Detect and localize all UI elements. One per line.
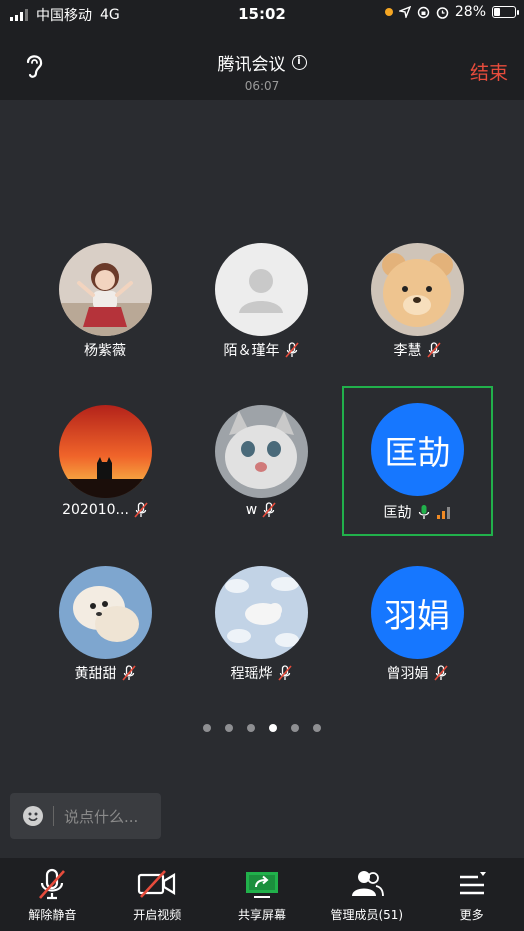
start-video-label: 开启视频 [133, 908, 182, 922]
manage-members-label: 管理成员(51) [330, 908, 404, 922]
members-icon [351, 871, 384, 897]
participant-name: 杨紫薇 [84, 343, 126, 359]
mic-muted-icon [39, 868, 66, 900]
share-screen-button[interactable]: 共享屏幕 [210, 858, 315, 931]
mic-muted-icon [121, 665, 136, 681]
participant-name: 曾羽娟 [386, 666, 429, 682]
more-button[interactable]: 更多 [419, 858, 524, 931]
bottom-toolbar: 解除静音 开启视频 共享屏幕 管理成员(51) 更多 [0, 858, 524, 931]
share-screen-icon [245, 872, 278, 898]
page-dot[interactable] [313, 724, 321, 732]
more-label: 更多 [459, 908, 484, 922]
battery-icon [492, 6, 519, 18]
lock-rotation-icon [417, 6, 430, 18]
battery-percent: 28% [454, 4, 486, 20]
avatar [58, 566, 152, 659]
avatar [58, 243, 152, 336]
meeting-title[interactable]: 腾讯会议 i [218, 50, 307, 75]
participant-tile[interactable]: 陌＆瑾年 [186, 230, 336, 380]
alarm-icon [436, 6, 449, 19]
participant-tile[interactable]: 杨紫薇 [30, 230, 180, 380]
page-dot[interactable] [269, 724, 277, 732]
location-icon [398, 6, 411, 18]
mic-muted-icon [433, 665, 448, 681]
start-video-button[interactable]: 开启视频 [105, 858, 210, 931]
mic-muted-icon [277, 665, 292, 681]
participant-tile[interactable]: w [186, 392, 336, 542]
active-speaker-tile[interactable]: 匡劼 匡劼 [342, 386, 493, 536]
emoji-icon[interactable] [23, 806, 43, 826]
mic-muted-icon [262, 502, 276, 518]
participant-tile[interactable]: 李慧 [342, 230, 492, 380]
recording-dot-icon [384, 8, 393, 16]
avatar [214, 405, 308, 498]
unmute-button[interactable]: 解除静音 [0, 858, 105, 931]
more-menu-icon [459, 872, 486, 895]
mic-muted-icon [426, 342, 441, 358]
participant-name: 202010... [62, 502, 129, 518]
meeting-duration: 06:07 [244, 79, 280, 93]
avatar [214, 243, 308, 336]
page-dot[interactable] [225, 724, 233, 732]
chat-placeholder: 说点什么... [64, 807, 139, 826]
end-meeting-button[interactable]: 结束 [470, 58, 508, 85]
participant-name: 程瑶烨 [230, 666, 273, 682]
page-dot[interactable] [203, 724, 211, 732]
participant-name: 陌＆瑾年 [223, 343, 280, 359]
meeting-header: 腾讯会议 i 06:07 结束 [0, 28, 524, 100]
network-signal-icon [436, 506, 450, 519]
participant-tile[interactable]: 程瑶烨 [186, 553, 336, 703]
meeting-title-text: 腾讯会议 [217, 55, 286, 75]
info-icon[interactable]: i [291, 55, 307, 70]
avatar [214, 566, 308, 659]
mic-active-icon [418, 505, 429, 519]
participant-tile[interactable]: 202010... [30, 392, 180, 542]
unmute-label: 解除静音 [28, 908, 77, 922]
divider [53, 806, 54, 826]
participant-name: 李慧 [393, 343, 422, 359]
mic-muted-icon [284, 342, 299, 358]
video-off-icon [138, 870, 176, 898]
share-screen-label: 共享屏幕 [237, 908, 286, 922]
participant-tile[interactable]: 羽娟 曾羽娟 [342, 553, 492, 703]
manage-members-button[interactable]: 管理成员(51) [314, 858, 419, 931]
mic-muted-icon [134, 502, 148, 518]
participant-name: 匡劼 [383, 505, 412, 521]
avatar [370, 243, 464, 336]
chat-input[interactable]: 说点什么... [10, 793, 161, 839]
avatar: 羽娟 [370, 566, 464, 659]
page-indicator[interactable] [0, 724, 524, 732]
participant-name: 黄甜甜 [74, 666, 117, 682]
page-dot[interactable] [291, 724, 299, 732]
avatar [58, 405, 152, 498]
avatar: 匡劼 [371, 403, 464, 496]
page-dot[interactable] [247, 724, 255, 732]
participant-tile[interactable]: 黄甜甜 [30, 553, 180, 703]
participant-name: w [245, 502, 258, 518]
status-bar: 中国移动 4G 15:02 28% [0, 0, 524, 28]
